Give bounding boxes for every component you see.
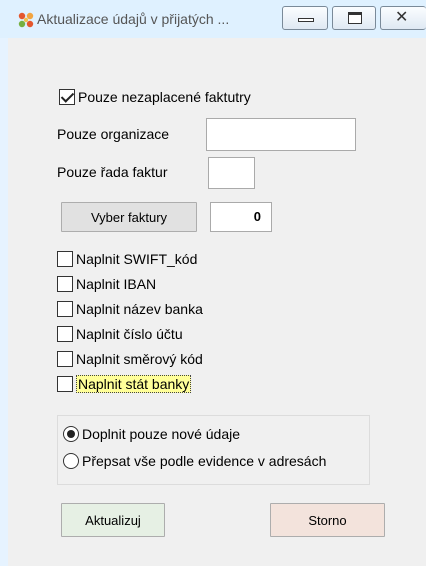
app-icon <box>18 12 34 28</box>
update-button[interactable]: Aktualizuj <box>61 503 165 537</box>
checkbox-icon[interactable] <box>57 301 73 317</box>
fill-swift-checkbox[interactable]: Naplnit SWIFT_kód <box>57 249 197 269</box>
mode-add-new-label: Doplnit pouze nové údaje <box>82 426 241 442</box>
unpaid-only-checkbox[interactable]: Pouze nezaplacené faktutry <box>59 87 251 107</box>
cancel-button[interactable]: Storno <box>270 503 385 537</box>
fill-swift-label: Naplnit SWIFT_kód <box>76 251 198 267</box>
fill-bank-country-label: Naplnit stát banky <box>76 375 192 393</box>
checkbox-icon[interactable] <box>57 276 73 292</box>
invoice-series-label: Pouze řada faktur <box>57 164 168 180</box>
select-invoices-button[interactable]: Vyber faktury <box>61 202 197 232</box>
checkbox-icon[interactable] <box>57 376 73 392</box>
close-button[interactable]: ✕ <box>380 6 426 30</box>
unpaid-only-label: Pouze nezaplacené faktutry <box>78 89 251 105</box>
fill-iban-label: Naplnit IBAN <box>76 276 157 292</box>
checkbox-checked-icon[interactable] <box>59 89 75 105</box>
mode-add-new-radio[interactable]: Doplnit pouze nové údaje <box>63 426 240 442</box>
fill-bank-name-label: Naplnit název banka <box>76 301 203 317</box>
fill-bank-name-checkbox[interactable]: Naplnit název banka <box>57 299 203 319</box>
checkbox-icon[interactable] <box>57 351 73 367</box>
fill-routing-code-checkbox[interactable]: Naplnit směrový kód <box>57 349 203 369</box>
maximize-icon <box>348 12 362 24</box>
title-bar[interactable]: Aktualizace údajů v přijatých ... ✕ <box>0 0 426 38</box>
fill-account-number-label: Naplnit číslo účtu <box>76 326 183 342</box>
maximize-button[interactable] <box>332 6 376 30</box>
fill-routing-code-label: Naplnit směrový kód <box>76 351 203 367</box>
mode-overwrite-radio[interactable]: Přepsat vše podle evidence v adresách <box>63 453 326 469</box>
fill-account-number-checkbox[interactable]: Naplnit číslo účtu <box>57 324 183 344</box>
organization-label: Pouze organizace <box>57 126 170 142</box>
radio-icon[interactable] <box>63 453 79 469</box>
window-title: Aktualizace údajů v přijatých ... <box>37 11 230 27</box>
invoice-series-input[interactable] <box>208 157 255 189</box>
fill-iban-checkbox[interactable]: Naplnit IBAN <box>57 274 156 294</box>
radio-selected-icon[interactable] <box>63 426 79 442</box>
checkbox-icon[interactable] <box>57 326 73 342</box>
organization-input[interactable] <box>206 118 356 151</box>
selected-count-field[interactable]: 0 <box>210 202 272 232</box>
mode-overwrite-label: Přepsat vše podle evidence v adresách <box>82 453 327 469</box>
minimize-icon <box>298 18 314 22</box>
fill-bank-country-checkbox[interactable]: Naplnit stát banky <box>57 374 192 394</box>
minimize-button[interactable] <box>282 6 328 30</box>
dialog-window: Aktualizace údajů v přijatých ... ✕ Pouz… <box>0 0 426 566</box>
checkbox-icon[interactable] <box>57 251 73 267</box>
close-icon: ✕ <box>395 9 409 26</box>
